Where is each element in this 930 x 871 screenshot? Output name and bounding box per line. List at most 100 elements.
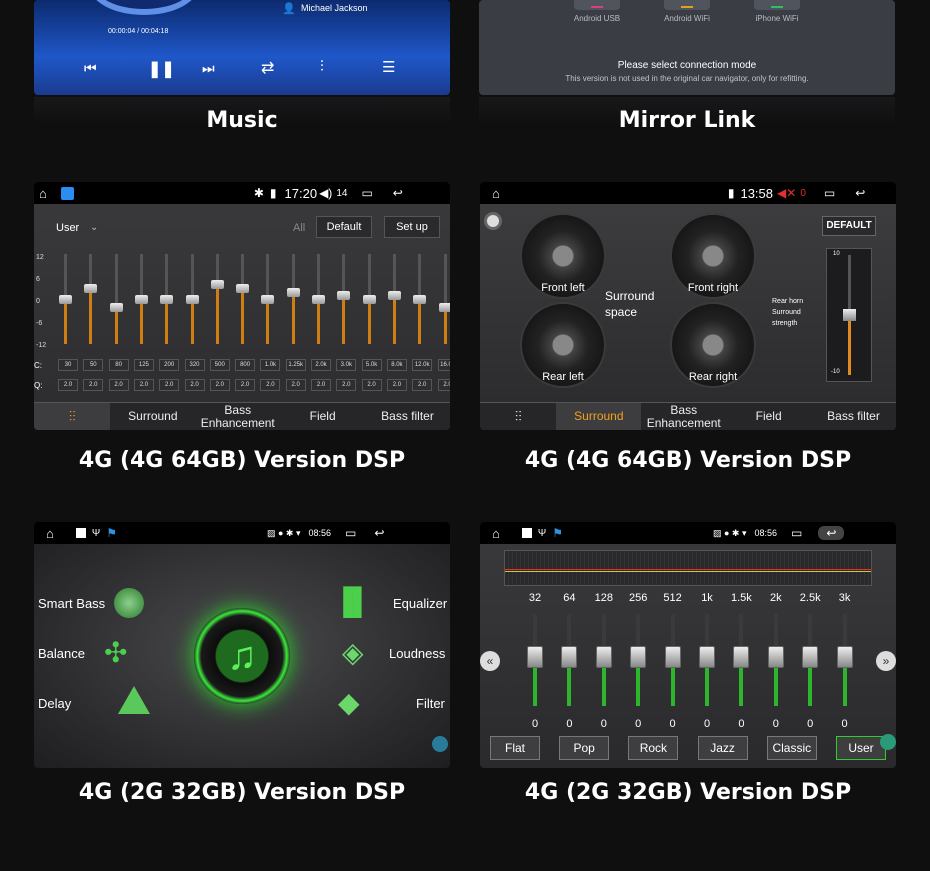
slider-knob[interactable]: [210, 280, 224, 289]
slider-knob[interactable]: [134, 295, 148, 304]
recent-apps-icon[interactable]: ▭: [361, 186, 372, 200]
slider-knob[interactable]: [387, 291, 401, 301]
recent-apps-icon[interactable]: ▭: [345, 526, 356, 540]
slider-knob[interactable]: [699, 646, 715, 668]
strength-knob[interactable]: [843, 309, 856, 321]
eq-slider[interactable]: [286, 254, 300, 344]
eq-slider[interactable]: [160, 254, 174, 344]
slider-knob[interactable]: [595, 646, 612, 668]
slider-knob[interactable]: [802, 646, 819, 668]
freq-value[interactable]: 50: [83, 359, 104, 371]
freq-value[interactable]: 80: [108, 359, 129, 371]
q-value[interactable]: 2.0: [437, 379, 450, 391]
tab-equalizer[interactable]: ⫶⫶: [34, 403, 111, 430]
default-button[interactable]: DEFAULT: [822, 216, 876, 236]
q-value[interactable]: 2.0: [386, 379, 407, 391]
slider-knob[interactable]: [312, 295, 325, 304]
slider-knob[interactable]: [836, 646, 853, 668]
tab-equalizer[interactable]: ⫶⫶: [480, 403, 556, 430]
slider-knob[interactable]: [185, 295, 199, 304]
item-loudness[interactable]: Loudness: [389, 646, 445, 661]
q-value[interactable]: 2.0: [235, 379, 256, 391]
equalizer-icon[interactable]: ▐▌: [334, 586, 371, 617]
scroll-right-button[interactable]: »: [876, 651, 896, 671]
smart-bass-icon[interactable]: [114, 588, 144, 618]
tab-field[interactable]: Field: [726, 403, 811, 430]
chevron-down-icon[interactable]: ⌄: [90, 222, 98, 233]
option-android-usb[interactable]: Android USB: [562, 0, 632, 23]
slider-knob[interactable]: [160, 295, 174, 304]
eq-slider[interactable]: [836, 614, 853, 706]
preset-select[interactable]: User: [56, 222, 79, 234]
app-icon[interactable]: [60, 186, 74, 200]
preset-flat-button[interactable]: Flat: [490, 736, 540, 760]
freq-value[interactable]: 2.0k: [311, 359, 331, 371]
eq-slider[interactable]: [337, 254, 351, 344]
freq-value[interactable]: 320: [184, 359, 205, 371]
eq-slider[interactable]: [699, 614, 715, 706]
slider-knob[interactable]: [362, 295, 376, 304]
eq-slider[interactable]: [561, 614, 578, 706]
q-value[interactable]: 2.0: [260, 379, 281, 391]
option-android-wifi[interactable]: Android WiFi: [652, 0, 722, 23]
tab-bass-enhancement[interactable]: Bass Enhancement: [641, 403, 726, 430]
recent-apps-icon[interactable]: ▭: [824, 186, 835, 200]
scroll-left-button[interactable]: «: [480, 651, 500, 671]
slider-knob[interactable]: [84, 283, 98, 293]
home-icon[interactable]: ⌂: [492, 186, 500, 201]
pause-icon[interactable]: ❚❚: [148, 59, 175, 79]
freq-value[interactable]: 30: [58, 359, 78, 371]
tab-surround[interactable]: Surround: [556, 403, 642, 430]
eq-slider[interactable]: [767, 614, 784, 706]
q-value[interactable]: 2.0: [285, 379, 306, 391]
default-button[interactable]: Default: [316, 216, 372, 238]
prev-icon[interactable]: ⏮: [84, 60, 97, 77]
tab-bass-filter[interactable]: Bass filter: [811, 403, 896, 430]
slider-knob[interactable]: [109, 302, 123, 312]
preset-pop-button[interactable]: Pop: [559, 736, 610, 760]
floating-button[interactable]: [880, 734, 896, 750]
freq-value[interactable]: 5.0k: [361, 359, 382, 371]
eq-slider[interactable]: [84, 254, 98, 344]
q-value[interactable]: 2.0: [133, 379, 154, 391]
slider-knob[interactable]: [561, 646, 578, 668]
q-value[interactable]: 2.0: [108, 379, 129, 391]
home-icon[interactable]: ⌂: [39, 186, 47, 201]
q-value[interactable]: 2.0: [412, 379, 433, 391]
q-value[interactable]: 2.0: [361, 379, 382, 391]
item-filter[interactable]: Filter: [416, 696, 445, 711]
delay-icon[interactable]: [118, 686, 150, 714]
loudness-icon[interactable]: ◈: [342, 636, 364, 669]
eq-slider[interactable]: [733, 614, 750, 706]
freq-value[interactable]: 500: [209, 359, 230, 371]
preset-classic-button[interactable]: Classic: [766, 736, 817, 760]
eq-slider[interactable]: [236, 254, 250, 344]
back-icon[interactable]: ↩: [393, 186, 403, 200]
option-iphone-wifi[interactable]: iPhone WiFi: [742, 0, 812, 23]
slider-knob[interactable]: [664, 646, 681, 668]
freq-value[interactable]: 16.0k: [437, 359, 450, 371]
toggle-icon[interactable]: [484, 212, 502, 230]
freq-value[interactable]: 800: [235, 359, 256, 371]
freq-value[interactable]: 200: [159, 359, 180, 371]
slider-knob[interactable]: [527, 646, 543, 668]
freq-value[interactable]: 12.0k: [412, 359, 433, 371]
tab-bass-filter[interactable]: Bass filter: [365, 403, 450, 430]
q-value[interactable]: 2.0: [336, 379, 357, 391]
eq-slider[interactable]: [261, 254, 275, 344]
eq-slider[interactable]: [527, 614, 543, 706]
freq-value[interactable]: 125: [133, 359, 154, 371]
recent-apps-icon[interactable]: ▭: [791, 526, 802, 540]
slider-knob[interactable]: [733, 646, 750, 668]
back-icon[interactable]: ↩: [855, 186, 865, 200]
freq-value[interactable]: 3.0k: [336, 359, 357, 371]
floating-button[interactable]: [432, 736, 448, 752]
q-value[interactable]: 2.0: [311, 379, 331, 391]
eq-slider[interactable]: [802, 614, 819, 706]
q-value[interactable]: 2.0: [209, 379, 230, 391]
slider-knob[interactable]: [438, 302, 450, 312]
tab-field[interactable]: Field: [280, 403, 365, 430]
eq-slider[interactable]: [312, 254, 325, 344]
back-icon[interactable]: ↩: [374, 526, 384, 540]
repeat-icon[interactable]: ⇄: [261, 58, 274, 78]
